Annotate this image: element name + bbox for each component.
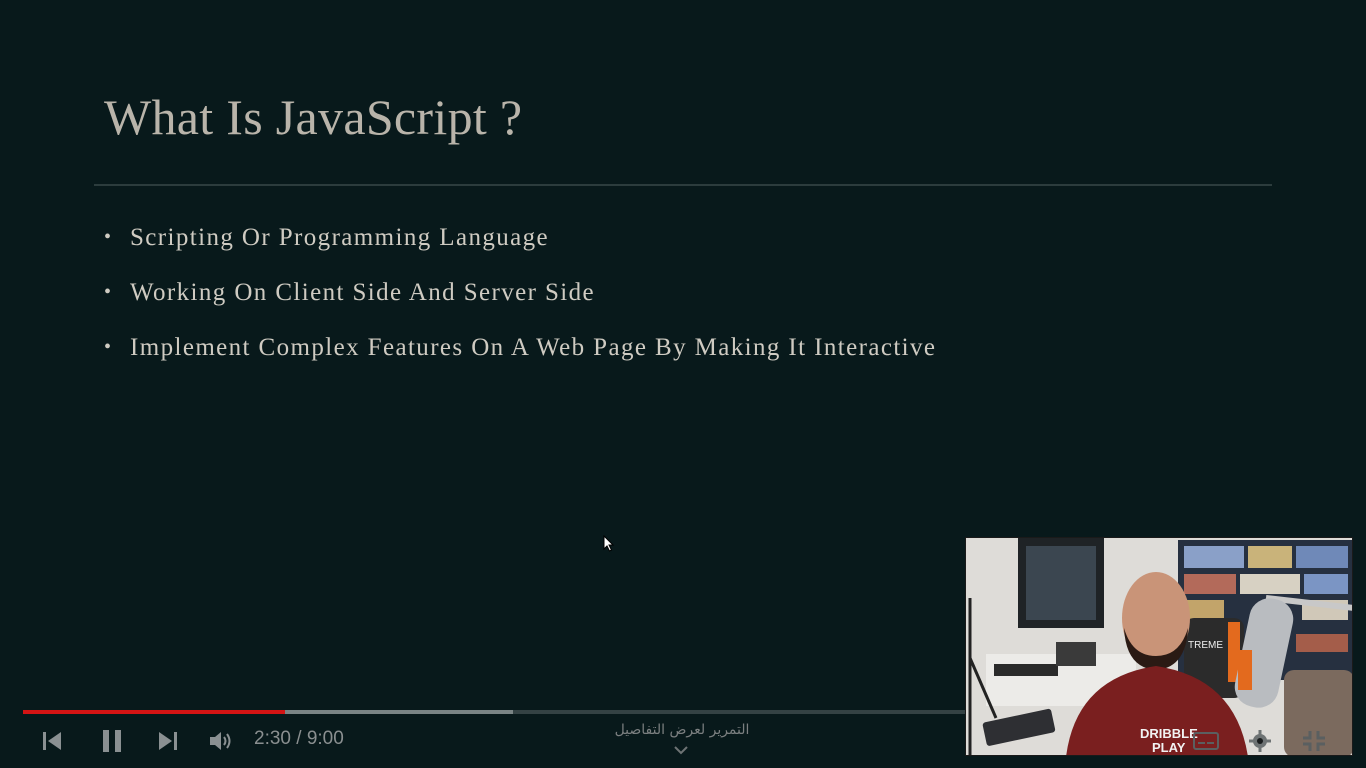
scroll-hint[interactable]: التمرير لعرض التفاصيل bbox=[560, 722, 804, 738]
bullet-text: Working On Client Side And Server Side bbox=[130, 278, 596, 306]
captions-icon bbox=[1193, 732, 1219, 750]
progress-bar[interactable] bbox=[23, 710, 965, 714]
skip-previous-icon bbox=[43, 732, 61, 750]
time-display: 2:30 / 9:00 bbox=[254, 728, 344, 749]
bullet-text: Scripting Or Programming Language bbox=[130, 223, 550, 251]
settings-button[interactable] bbox=[1244, 726, 1276, 756]
bullet-item: • Working On Client Side And Server Side bbox=[104, 265, 936, 320]
slide-title: What Is JavaScript ? bbox=[104, 89, 523, 145]
volume-button[interactable] bbox=[206, 726, 236, 756]
bullet-icon: • bbox=[104, 226, 113, 248]
bullet-icon: • bbox=[104, 336, 113, 358]
skip-next-icon bbox=[159, 732, 177, 750]
next-button[interactable] bbox=[154, 726, 182, 756]
volume-icon bbox=[210, 732, 231, 750]
previous-button[interactable] bbox=[38, 726, 66, 756]
chevron-down-icon[interactable] bbox=[673, 745, 689, 755]
pause-icon bbox=[103, 730, 121, 752]
bullet-text: Implement Complex Features On A Web Page… bbox=[130, 333, 937, 361]
mouse-cursor-icon bbox=[603, 535, 615, 552]
pause-button[interactable] bbox=[97, 726, 127, 756]
bullet-item: • Implement Complex Features On A Web Pa… bbox=[104, 320, 936, 375]
shirt-text-2: PLAY bbox=[1152, 740, 1186, 755]
bullet-list: • Scripting Or Programming Language • Wo… bbox=[104, 210, 936, 375]
video-player[interactable]: What Is JavaScript ? • Scripting Or Prog… bbox=[0, 0, 1366, 768]
title-divider bbox=[94, 184, 1272, 186]
bullet-item: • Scripting Or Programming Language bbox=[104, 210, 936, 265]
progress-played bbox=[23, 710, 285, 714]
captions-button[interactable] bbox=[1190, 726, 1222, 756]
chair-label: TREME bbox=[1188, 640, 1223, 651]
bullet-icon: • bbox=[104, 281, 113, 303]
webcam-overlay: TREME DRIBBLE PLAY bbox=[965, 537, 1353, 756]
exit-fullscreen-button[interactable] bbox=[1298, 726, 1330, 756]
exit-fullscreen-icon bbox=[1303, 731, 1325, 751]
gear-icon bbox=[1249, 730, 1271, 752]
